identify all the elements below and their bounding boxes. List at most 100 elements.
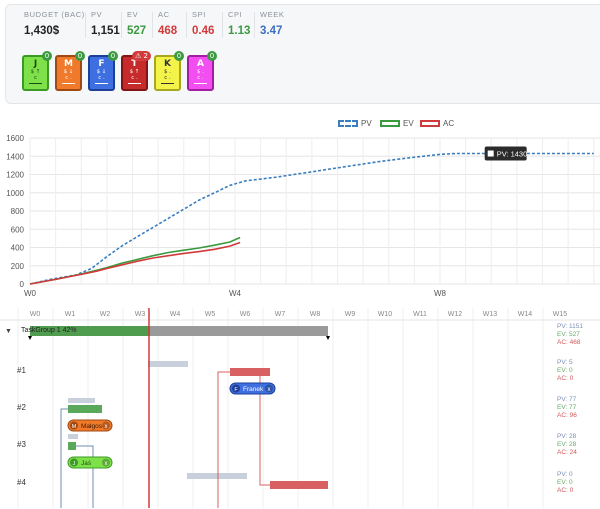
row-stat: AC: 468 [557,339,581,346]
avatar-underline [62,83,75,84]
week-header: W11 [413,311,427,318]
avatar-capacity-indicator: c . [131,75,138,81]
week-header: W4 [170,311,181,318]
row-stat: PV: 77 [557,396,577,403]
count-badge: 0 [75,51,85,61]
count-badge: 0 [174,51,184,61]
remove-assignee-icon[interactable]: x [268,387,271,393]
avatar-initial: F [98,59,105,69]
assignee-name: Franek [243,386,264,393]
resource-avatar-a[interactable]: A $ .c .0 [187,51,217,91]
row-label-2: #2 [17,403,26,412]
assignee-initial: M [72,424,77,430]
x-tick-label: W8 [434,289,447,298]
metric-divider [152,12,153,38]
row-stat: EV: 527 [557,331,580,338]
avatar-underline [128,83,141,84]
metric-budget-bac: BUDGET (BAC) 1,430$ [24,10,85,37]
legend-item-ev[interactable]: EV [380,119,414,128]
legend-item-pv[interactable]: PV [338,119,372,128]
metric-pv: PV 1,151 [91,10,120,37]
week-header: W7 [275,311,286,318]
group-bar-end-right [326,336,330,340]
group-bar-end-left [28,336,32,340]
metric-ev: EV 527 [127,10,146,37]
gantt-chart: W0 W1 W2 W3 W4 W5 W6 W7 W8 W9 W10 W11 W12 W13 W14 W15 ▼ T… [0,308,600,508]
count-badge: 0 [207,51,217,61]
y-tick-label: 1200 [6,171,24,180]
remove-assignee-icon[interactable]: x [105,461,108,467]
row-label-4: #4 [17,478,26,487]
avatar-initial: A [197,59,204,69]
legend-swatch [380,120,400,128]
metric-value: 468 [158,25,178,37]
row-stat: AC: 24 [557,449,577,456]
row-stat: AC: 0 [557,375,574,382]
metric-divider [85,12,86,38]
assignee-name: Jaś [81,460,92,467]
legend-item-ac[interactable]: AC [420,119,454,128]
dependency-arrow [60,408,68,508]
warning-badge: ⚠ 2 [132,51,151,61]
collapse-icon[interactable]: ▼ [5,328,12,335]
metric-value: 1.13 [228,25,251,37]
avatar-initial: J [33,59,38,69]
metric-divider [186,12,187,38]
resource-avatar-f[interactable]: F $ ↓ c .0 [88,51,118,91]
row-stat: EV: 0 [557,367,573,374]
week-header: W2 [100,311,111,318]
metric-value: 0.46 [192,25,215,37]
resource-avatar-m[interactable]: M $ ↓ c .0 [55,51,85,91]
task-4-actual-bar [270,481,328,489]
remove-assignee-icon[interactable]: x [105,424,108,430]
metric-label: AC [158,10,170,19]
avatar-underline [29,83,42,84]
series-line-ac [29,241,241,285]
metric-label: EV [127,10,139,19]
tooltip-swatch [487,150,494,157]
resource-avatar-j[interactable]: J $ ↑ c 0 [22,51,52,91]
assignee-name: Małgos [81,423,103,430]
week-header: W8 [310,311,321,318]
row-stat: PV: 1151 [557,323,583,330]
row-stat: PV: 0 [557,471,573,478]
task-3-planned-bar [68,434,78,439]
week-header: W14 [518,311,533,318]
resource-avatar-t[interactable]: T $ ↑ c . ⚠ 2 [121,51,151,91]
metric-label: BUDGET (BAC) [24,10,85,19]
week-header: W1 [65,311,76,318]
avatar-underline [161,83,174,84]
metric-divider [222,12,223,38]
metric-value: 1,430$ [24,25,60,37]
metric-divider [121,12,122,38]
count-badge: 0 [108,51,118,61]
avatar-initial: K [164,59,171,69]
y-tick-label: 600 [11,225,25,234]
avatar-underline [194,83,207,84]
y-tick-label: 0 [20,280,25,289]
tooltip-text: PV: 1430 [497,150,528,159]
row-stat: EV: 0 [557,479,573,486]
resource-avatar-k[interactable]: K $ .c .0 [154,51,184,91]
row-label-3: #3 [17,440,26,449]
avatar-capacity-indicator: c . [197,75,204,81]
sv-curve-chart: 0 200 400 600 800 1000 1200 1400 1600 W0 W4 W8 PV: 1… [6,134,600,298]
metric-label: PV [91,10,103,19]
row-stat: EV: 28 [557,441,577,448]
y-tick-label: 200 [11,262,25,271]
row-stat: AC: 0 [557,487,574,494]
row-label-1: #1 [17,366,26,375]
week-header: W10 [378,311,393,318]
row-stat: AC: 96 [557,412,577,419]
task-3-actual-bar [68,442,76,450]
avatar-underline [95,83,108,84]
avatar-capacity-indicator: c . [98,75,105,81]
week-header: W5 [205,311,216,318]
legend-swatch [338,120,358,128]
metric-week: WEEK 3.47 [260,10,285,37]
task-1-planned-bar [148,361,188,367]
metric-divider [254,12,255,38]
metric-value: 3.47 [260,25,283,37]
metric-value: 1,151 [91,25,120,37]
x-tick-label: W0 [24,289,37,298]
